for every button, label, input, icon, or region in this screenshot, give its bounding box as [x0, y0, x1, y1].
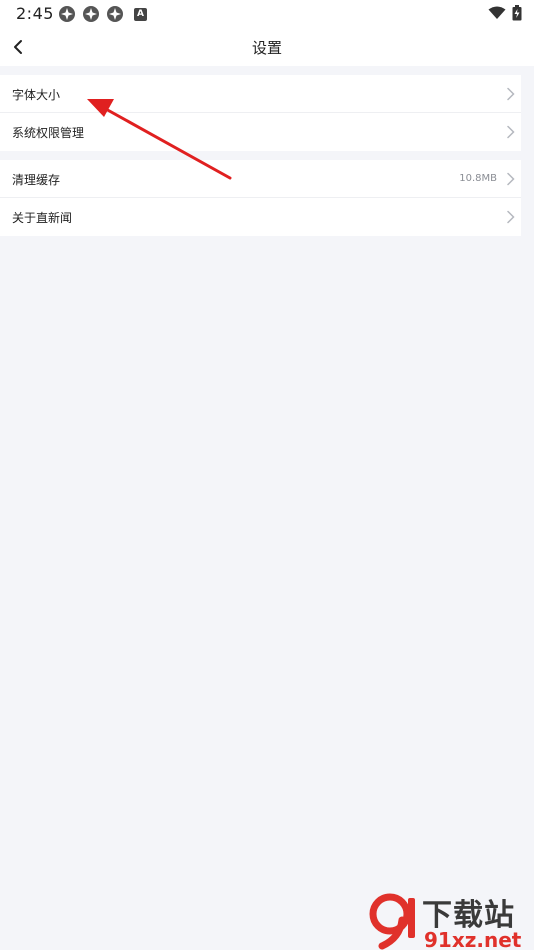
app-notification-icon [83, 6, 99, 22]
battery-charging-icon [512, 5, 522, 21]
settings-item-permissions[interactable]: 系统权限管理 [0, 113, 521, 151]
settings-item-label: 关于直新闻 [12, 211, 73, 225]
settings-group-general: 清理缓存 10.8MB 关于直新闻 [0, 160, 521, 236]
settings-item-clear-cache[interactable]: 清理缓存 10.8MB [0, 160, 521, 198]
settings-item-label: 字体大小 [12, 88, 61, 102]
page-title: 设置 [251, 39, 282, 57]
chevron-right-icon [507, 210, 515, 224]
navigation-bar: 设置 [0, 28, 534, 66]
app-notification-icon [59, 6, 75, 22]
chevron-right-icon [507, 125, 515, 139]
system-icons [488, 5, 522, 21]
wifi-icon [488, 6, 506, 19]
cache-size-value: 10.8MB [459, 173, 497, 184]
watermark-url: 91xz.net [424, 928, 522, 950]
chevron-right-icon [507, 172, 515, 186]
watermark: 下载站 91xz.net [362, 890, 534, 950]
a-badge-icon: A [134, 7, 147, 21]
settings-item-label: 系统权限管理 [12, 126, 85, 140]
settings-group-display: 字体大小 系统权限管理 [0, 75, 521, 151]
status-time: 2:45 [16, 4, 54, 23]
chevron-right-icon [507, 87, 515, 101]
status-bar: 2:45 A [0, 0, 534, 28]
settings-item-label: 清理缓存 [12, 173, 61, 187]
settings-item-font-size[interactable]: 字体大小 [0, 75, 521, 113]
app-notification-icon [107, 6, 123, 22]
settings-item-about[interactable]: 关于直新闻 [0, 198, 521, 236]
watermark-logo-icon [369, 893, 415, 950]
notification-icons: A [58, 5, 147, 23]
